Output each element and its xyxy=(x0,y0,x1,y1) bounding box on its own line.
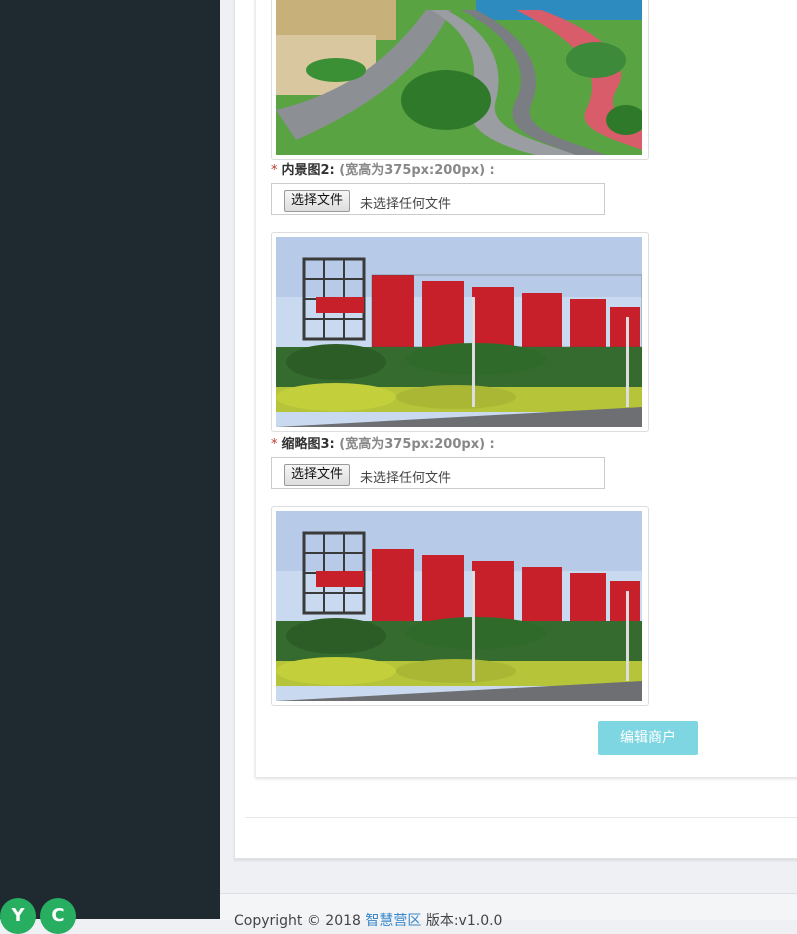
billboard-landscape-image xyxy=(276,511,642,701)
choose-file-button[interactable]: 选择文件 xyxy=(284,464,351,486)
choose-file-button[interactable]: 选择文件 xyxy=(284,190,351,212)
content-panel: *内景图2: (宽高为375px:200px) : 选择文件 未选择任何文件 xyxy=(234,0,797,859)
main-content: *内景图2: (宽高为375px:200px) : 选择文件 未选择任何文件 xyxy=(220,0,797,929)
billboard-landscape-image xyxy=(276,237,643,427)
field-label-thumbnail-3: * 缩略图3: (宽高为375px:200px) : xyxy=(271,433,495,452)
form-wrapper: *内景图2: (宽高为375px:200px) : 选择文件 未选择任何文件 xyxy=(245,0,797,818)
edit-merchant-form: *内景图2: (宽高为375px:200px) : 选择文件 未选择任何文件 xyxy=(255,0,797,777)
field-label-text: 缩略图3: xyxy=(281,437,335,452)
fab-button-y[interactable]: Y xyxy=(0,898,36,934)
version-text: 版本:v1.0.0 xyxy=(425,913,503,929)
field-hint: (宽高为375px:200px) : xyxy=(339,437,495,452)
image-preview-interior-2 xyxy=(271,232,649,432)
road-landscape-image xyxy=(276,0,646,155)
field-hint: (宽高为375px:200px) : xyxy=(339,163,495,178)
file-input-thumbnail-3[interactable]: 选择文件 未选择任何文件 xyxy=(271,457,605,489)
required-mark: * xyxy=(271,437,278,452)
copyright-text: Copyright © 2018 xyxy=(234,913,361,929)
footer: Copyright © 2018 智慧营区 版本:v1.0.0 xyxy=(220,893,797,929)
file-status-text: 未选择任何文件 xyxy=(360,471,452,486)
field-label-interior-2: * 内景图2: (宽高为375px:200px) : xyxy=(271,159,495,178)
footer-copyright: Copyright © 2018 智慧营区 版本:v1.0.0 xyxy=(234,910,502,930)
file-status-text: 未选择任何文件 xyxy=(360,197,452,212)
image-preview-thumbnail-3 xyxy=(271,506,649,706)
sidebar: Y C xyxy=(0,0,220,934)
required-mark: * xyxy=(271,163,278,178)
image-preview-interior-1 xyxy=(271,0,649,160)
field-label-text: 内景图2: xyxy=(281,163,335,178)
file-input-interior-2[interactable]: 选择文件 未选择任何文件 xyxy=(271,183,605,215)
fab-button-c[interactable]: C xyxy=(40,898,76,934)
edit-merchant-button[interactable]: 编辑商户 xyxy=(598,721,698,755)
footer-brand-link[interactable]: 智慧营区 xyxy=(365,913,421,929)
